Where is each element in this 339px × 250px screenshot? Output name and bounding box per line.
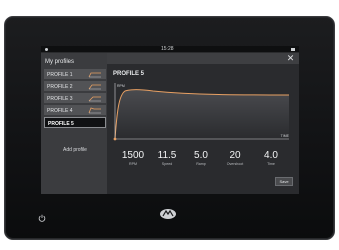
touchscreen: 15:28 My profiles PROFILE 1 PROFILE 2 PR… xyxy=(41,46,299,194)
panel-header: ✕ xyxy=(107,53,299,64)
y-axis-label: RPM xyxy=(117,84,125,88)
profile-item-4[interactable]: PROFILE 4 xyxy=(44,105,106,116)
status-bar: 15:28 xyxy=(41,46,299,53)
metric-speed[interactable]: 11.5 Speed xyxy=(149,150,185,167)
metric-label: RPM xyxy=(129,162,137,166)
metric-value: 20 xyxy=(229,150,241,161)
metric-overshoot[interactable]: 20 Overshoot xyxy=(217,150,253,167)
sidebar-title: My profiles xyxy=(45,59,75,65)
profile-detail-panel: ✕ PROFILE 5 RPM TIME 1500 RPM 11.5 Speed… xyxy=(107,53,299,194)
metric-label: Speed xyxy=(161,162,173,166)
profile-curve-thumbnail-icon xyxy=(88,107,101,114)
rpm-curve-chart[interactable]: RPM TIME xyxy=(113,81,291,143)
curve-start-point xyxy=(113,137,117,141)
metric-value: 11.5 xyxy=(157,150,177,161)
curve-area xyxy=(115,89,289,139)
profile-title: PROFILE 5 xyxy=(113,71,145,77)
profile-curve-thumbnail-icon xyxy=(88,72,101,78)
profile-label: PROFILE 1 xyxy=(47,72,73,78)
profile-curve-thumbnail-icon xyxy=(88,96,101,102)
metric-rpm[interactable]: 1500 RPM xyxy=(115,150,151,167)
profile-item-2[interactable]: PROFILE 2 xyxy=(44,81,106,92)
add-profile-button[interactable]: Add profile xyxy=(44,145,106,156)
status-clock: 15:28 xyxy=(161,46,174,52)
x-axis-label: TIME xyxy=(281,134,290,138)
metric-label: Time xyxy=(267,162,275,166)
metrics-row: 1500 RPM 11.5 Speed 5.0 Ramp 20 Overshoo… xyxy=(115,150,291,172)
metric-label: Ramp xyxy=(196,162,206,166)
metric-value: 4.0 xyxy=(264,150,278,161)
profile-label: PROFILE 2 xyxy=(47,84,73,90)
profile-label: PROFILE 3 xyxy=(47,96,73,102)
status-indicator-icon xyxy=(45,48,48,51)
metric-time[interactable]: 4.0 Time xyxy=(253,150,289,167)
profile-item-5[interactable]: PROFILE 5 xyxy=(44,117,106,128)
profile-item-1[interactable]: PROFILE 1 xyxy=(44,69,106,80)
profile-label: PROFILE 4 xyxy=(47,108,73,114)
metric-label: Overshoot xyxy=(226,162,244,166)
metric-ramp[interactable]: 5.0 Ramp xyxy=(183,150,219,167)
profiles-sidebar: My profiles PROFILE 1 PROFILE 2 PROFILE … xyxy=(41,53,107,194)
profile-item-3[interactable]: PROFILE 3 xyxy=(44,93,106,104)
save-button[interactable]: Save xyxy=(275,177,293,186)
profile-label: PROFILE 5 xyxy=(48,121,74,127)
metric-value: 1500 xyxy=(121,150,145,161)
metric-value: 5.0 xyxy=(194,150,208,161)
close-icon[interactable]: ✕ xyxy=(286,54,295,63)
power-icon[interactable] xyxy=(38,214,46,222)
brand-logo xyxy=(160,209,176,219)
battery-icon xyxy=(291,48,295,51)
profile-curve-thumbnail-icon xyxy=(88,84,101,90)
